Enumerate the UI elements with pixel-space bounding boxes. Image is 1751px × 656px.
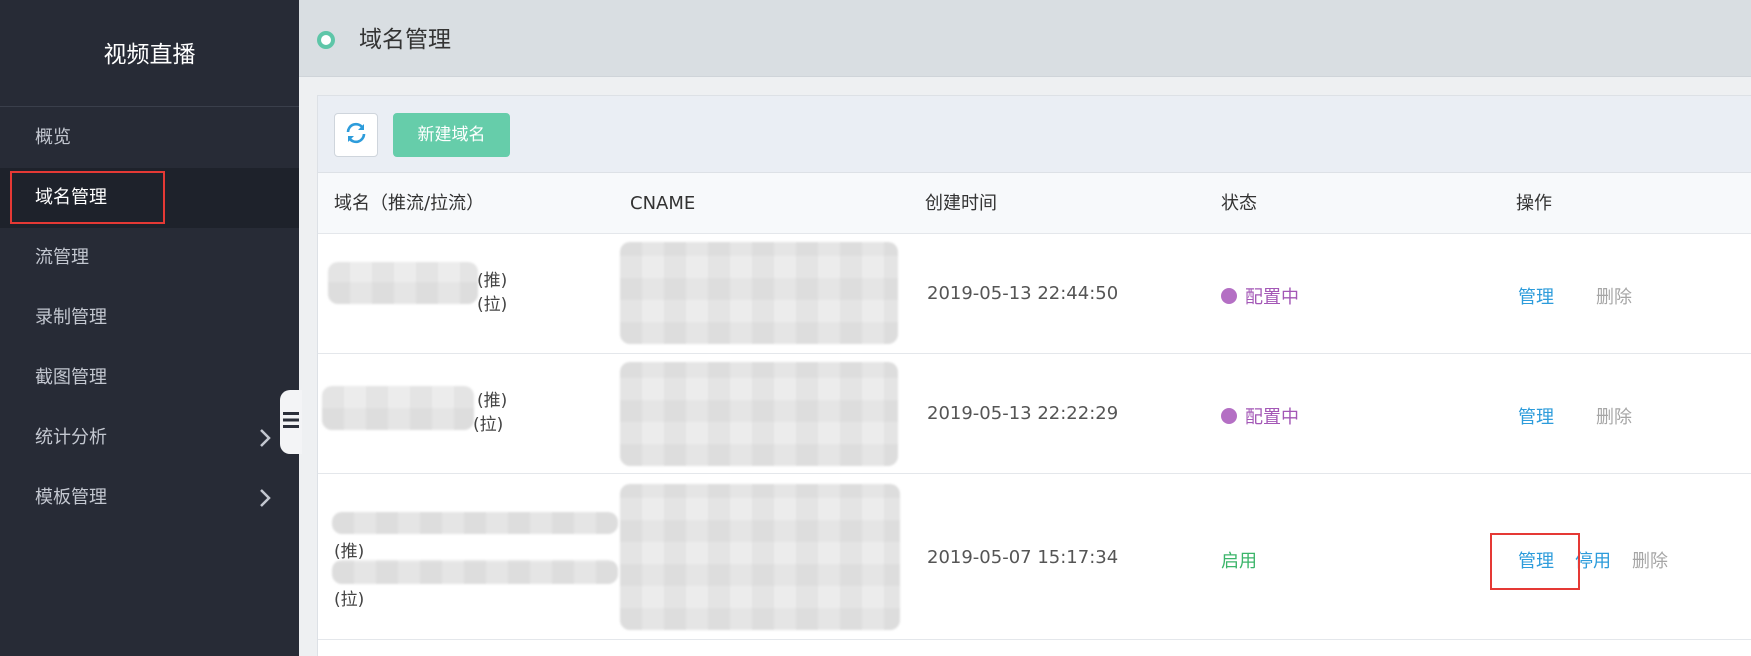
column-header-actions: 操作 [1516, 193, 1552, 214]
table-header: 域名（推流/拉流） CNAME 创建时间 状态 操作 [318, 173, 1751, 234]
status-badge: 配置中 [1221, 283, 1299, 309]
chevron-right-icon [259, 408, 271, 468]
delete-link[interactable]: 删除 [1596, 403, 1632, 429]
refresh-icon [344, 121, 368, 150]
redacted-cname [620, 484, 900, 630]
table-row: (推) (拉) 2019-05-07 15:17:34 启用 管理 停用 删除 [318, 474, 1751, 640]
sidebar-item-label: 录制管理 [35, 307, 107, 328]
table-row: (推) (拉) 2019-05-13 22:44:50 配置中 管理 删除 [318, 234, 1751, 354]
created-time: 2019-05-13 22:22:29 [927, 403, 1119, 424]
status-dot-icon [1221, 288, 1237, 304]
status-badge: 启用 [1221, 547, 1257, 573]
sidebar-item-statistics[interactable]: 统计分析 [0, 408, 299, 468]
manage-link[interactable]: 管理 [1518, 283, 1554, 309]
pull-tag: (拉) [334, 590, 365, 610]
delete-link[interactable]: 删除 [1596, 283, 1632, 309]
sidebar-item-stream-management[interactable]: 流管理 [0, 228, 299, 288]
column-header-created-time: 创建时间 [925, 193, 997, 214]
status-text: 配置中 [1245, 287, 1299, 308]
page-header: 域名管理 [299, 0, 1751, 77]
sidebar-item-label: 统计分析 [35, 427, 107, 448]
sidebar-item-label: 截图管理 [35, 367, 107, 388]
sidebar-item-label: 流管理 [35, 247, 89, 268]
sidebar-item-template-management[interactable]: 模板管理 [0, 468, 299, 528]
sidebar-item-overview[interactable]: 概览 [0, 108, 299, 168]
status-dot-icon [1221, 408, 1237, 424]
sidebar-item-label: 域名管理 [35, 187, 107, 208]
sidebar-item-label: 概览 [35, 127, 71, 148]
push-tag: (推) [334, 542, 365, 562]
disable-link[interactable]: 停用 [1575, 547, 1611, 573]
refresh-button[interactable] [334, 113, 378, 157]
status-text: 启用 [1221, 551, 1257, 572]
redacted-domain [332, 560, 618, 584]
sidebar: 视频直播 概览 域名管理 流管理 录制管理 截图管理 统计分析 模板管理 [0, 0, 299, 656]
column-header-cname: CNAME [630, 193, 696, 214]
toolbar: 新建域名 [318, 95, 1751, 173]
redacted-domain [328, 262, 478, 304]
manage-link[interactable]: 管理 [1518, 403, 1554, 429]
new-domain-button[interactable]: 新建域名 [393, 113, 510, 157]
sidebar-item-recording-management[interactable]: 录制管理 [0, 288, 299, 348]
created-time: 2019-05-13 22:44:50 [927, 283, 1119, 304]
push-tag: (推) [477, 391, 508, 411]
column-header-domain: 域名（推流/拉流） [334, 193, 485, 214]
table-row: (推) (拉) 2019-05-13 22:22:29 配置中 管理 删除 [318, 354, 1751, 474]
sidebar-title: 视频直播 [0, 0, 299, 107]
manage-link[interactable]: 管理 [1518, 547, 1554, 573]
sidebar-item-domain-management[interactable]: 域名管理 [0, 168, 299, 228]
column-header-status: 状态 [1221, 193, 1257, 214]
created-time: 2019-05-07 15:17:34 [927, 547, 1119, 568]
delete-link[interactable]: 删除 [1632, 547, 1668, 573]
sidebar-item-label: 模板管理 [35, 487, 107, 508]
domain-table-panel: 新建域名 域名（推流/拉流） CNAME 创建时间 状态 操作 (推) (拉) … [317, 95, 1751, 656]
app-root: 视频直播 概览 域名管理 流管理 录制管理 截图管理 统计分析 模板管理 域名管… [0, 0, 1751, 656]
sidebar-item-screenshot-management[interactable]: 截图管理 [0, 348, 299, 408]
redacted-cname [620, 362, 898, 466]
pull-tag: (拉) [477, 295, 508, 315]
redacted-domain [322, 386, 474, 430]
push-tag: (推) [477, 271, 508, 291]
status-text: 配置中 [1245, 407, 1299, 428]
chevron-right-icon [259, 468, 271, 528]
redacted-cname [620, 242, 898, 344]
menu-collapse-icon [283, 409, 299, 436]
pull-tag: (拉) [473, 415, 504, 435]
sidebar-collapse-toggle[interactable] [280, 390, 302, 454]
status-badge: 配置中 [1221, 403, 1299, 429]
status-dot-icon [317, 31, 335, 49]
redacted-domain [332, 512, 618, 534]
page-title: 域名管理 [359, 27, 451, 53]
